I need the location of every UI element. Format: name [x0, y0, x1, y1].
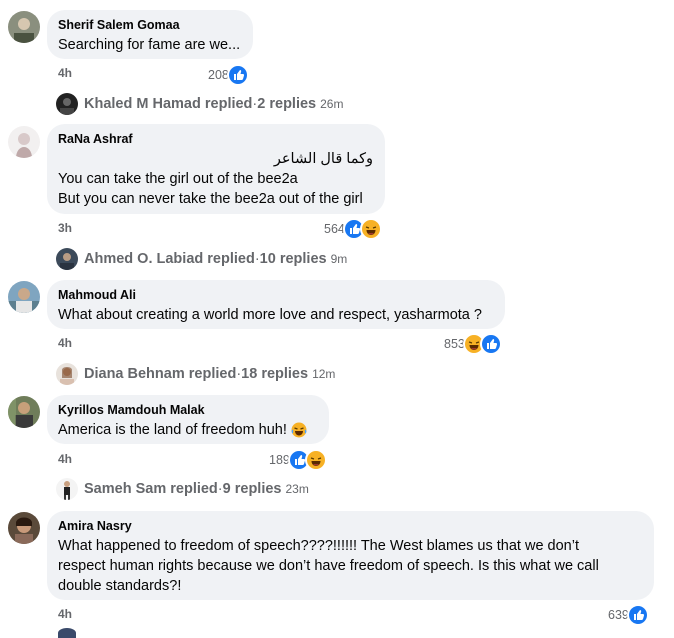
- replier-name: Diana Behnam replied: [84, 366, 237, 382]
- comment-bubble: RaNa Ashraf وكما قال الشاعر You can take…: [47, 124, 385, 214]
- reply-count: 2 replies: [257, 96, 317, 112]
- like-icon: [226, 64, 249, 86]
- reaction-count: 208: [208, 68, 229, 82]
- replier-name: Ahmed O. Labiad replied: [84, 251, 255, 267]
- avatar[interactable]: [8, 512, 40, 544]
- comment-author[interactable]: Amira Nasry: [58, 519, 642, 534]
- comment-author[interactable]: Mahmoud Ali: [58, 288, 493, 303]
- view-replies-link[interactable]: Diana Behnam replied · 18 replies 12m: [56, 363, 335, 385]
- replier-name: Khaled M Hamad replied: [84, 96, 253, 112]
- comment-bubble: Amira Nasry What happened to freedom of …: [47, 511, 654, 600]
- replier-name: Sameh Sam replied: [84, 481, 218, 497]
- replier-avatar: [56, 93, 78, 115]
- reaction-summary[interactable]: 639: [608, 604, 649, 626]
- reply-time: 9m: [330, 252, 348, 266]
- replier-avatar: [56, 363, 78, 385]
- comment-time[interactable]: 4h: [58, 336, 72, 350]
- reaction-count: 853: [444, 337, 465, 351]
- comment-text: وكما قال الشاعر You can take the girl ou…: [58, 151, 373, 207]
- comment-time[interactable]: 4h: [58, 607, 72, 621]
- comment-text: Searching for fame are we...: [58, 37, 241, 53]
- reaction-summary[interactable]: 189: [269, 449, 327, 471]
- comment-text: What happened to freedom of speech????!!…: [58, 538, 599, 594]
- rtl-line: وكما قال الشاعر: [273, 151, 373, 167]
- avatar: [58, 628, 76, 638]
- view-replies-link[interactable]: Khaled M Hamad replied · 2 replies 26m: [56, 93, 343, 115]
- like-icon: [479, 333, 502, 355]
- comment-author[interactable]: Kyrillos Mamdouh Malak: [58, 403, 317, 418]
- reaction-count: 639: [608, 608, 629, 622]
- avatar[interactable]: [8, 11, 40, 43]
- view-replies-link[interactable]: Sameh Sam replied · 9 replies 23m: [56, 478, 309, 500]
- comment-author[interactable]: Sherif Salem Gomaa: [58, 18, 241, 33]
- comment-time[interactable]: 4h: [58, 66, 72, 80]
- comment-author[interactable]: RaNa Ashraf: [58, 132, 373, 147]
- reply-count: 18 replies: [241, 366, 309, 382]
- comment-bubble: Sherif Salem Gomaa Searching for fame ar…: [47, 10, 253, 59]
- avatar[interactable]: [8, 396, 40, 428]
- replier-avatar: [56, 248, 78, 270]
- comment-time[interactable]: 3h: [58, 221, 72, 235]
- reply-time: 26m: [320, 97, 344, 111]
- replier-avatar: [56, 478, 78, 500]
- reply-count: 9 replies: [222, 481, 282, 497]
- reaction-count: 564: [324, 222, 345, 236]
- reaction-summary[interactable]: 208: [208, 64, 249, 86]
- view-replies-link[interactable]: Ahmed O. Labiad replied · 10 replies 9m: [56, 248, 347, 270]
- comment-text: What about creating a world more love an…: [58, 307, 482, 323]
- reaction-summary[interactable]: 564: [324, 218, 382, 240]
- comment-text: America is the land of freedom huh!: [58, 420, 317, 440]
- reaction-count: 189: [269, 453, 290, 467]
- reaction-summary[interactable]: 853: [444, 333, 502, 355]
- comment-time[interactable]: 4h: [58, 452, 72, 466]
- laughing-emoji-icon: [291, 422, 307, 438]
- reply-time: 12m: [312, 367, 336, 381]
- avatar[interactable]: [8, 126, 40, 158]
- like-icon: [626, 604, 649, 626]
- avatar[interactable]: [8, 281, 40, 313]
- haha-icon: [359, 218, 382, 240]
- reply-count: 10 replies: [259, 251, 327, 267]
- haha-icon: [304, 449, 327, 471]
- reply-time: 23m: [285, 482, 309, 496]
- comment-bubble: Mahmoud Ali What about creating a world …: [47, 280, 505, 329]
- comment-bubble: Kyrillos Mamdouh Malak America is the la…: [47, 395, 329, 444]
